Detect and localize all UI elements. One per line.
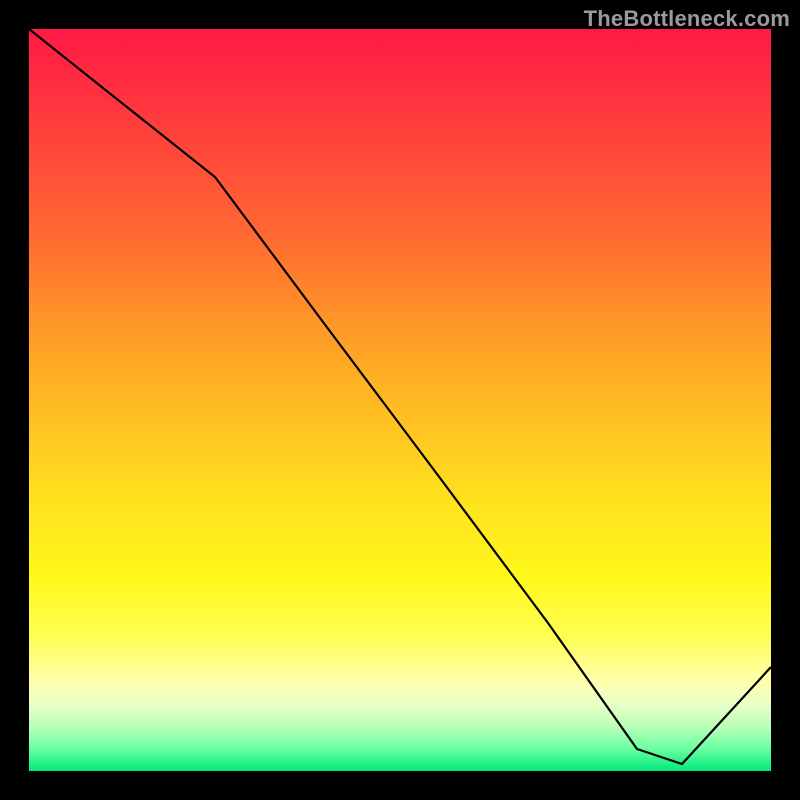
chart-frame: TheBottleneck.com [0,0,800,800]
plot-area [29,29,771,771]
bottleneck-curve [29,29,771,771]
curve-path [29,29,771,764]
